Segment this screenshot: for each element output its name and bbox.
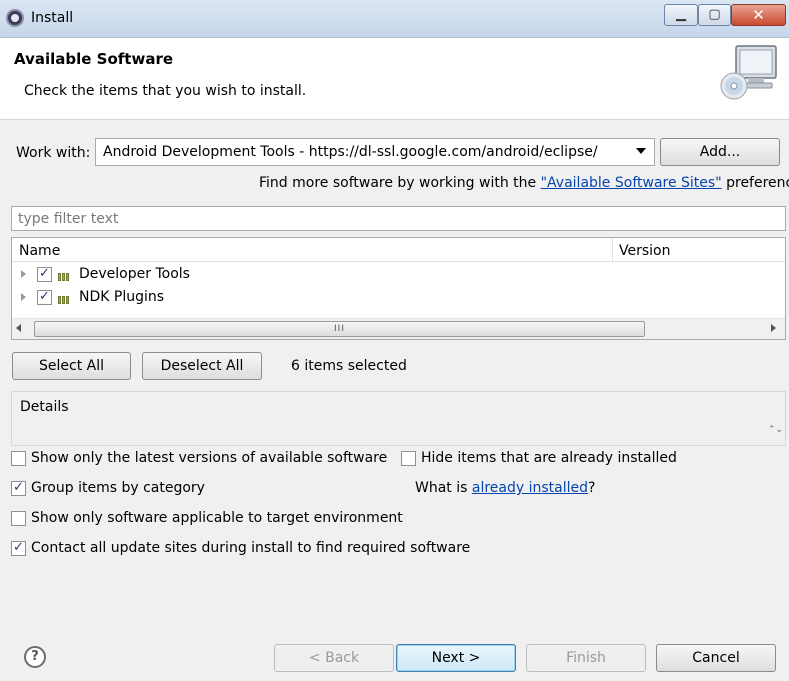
scrollbar-thumb[interactable]: III (34, 321, 645, 337)
minimize-button[interactable]: ▁ (664, 4, 698, 26)
category-icon (58, 269, 73, 281)
tree-row[interactable]: ✓ NDK Plugins (12, 286, 785, 309)
filter-input[interactable] (11, 206, 786, 231)
install-monitor-cd-icon (720, 45, 777, 100)
category-icon (58, 292, 73, 304)
column-header-name[interactable]: Name (19, 243, 60, 259)
add-site-button[interactable]: Add... (660, 138, 780, 166)
next-button[interactable]: Next > (396, 644, 516, 672)
tree-item-checkbox[interactable]: ✓ (37, 290, 52, 305)
option-label: Show only the latest versions of availab… (31, 450, 388, 466)
available-software-sites-link[interactable]: "Available Software Sites" (541, 175, 722, 191)
tree-item-label: Developer Tools (79, 266, 190, 282)
already-installed-link[interactable]: already installed (472, 480, 588, 496)
wizard-header: Available Software Check the items that … (0, 38, 789, 120)
horizontal-scrollbar[interactable]: III (12, 318, 785, 339)
find-more-text: Find more software by working with the "… (259, 175, 789, 191)
help-icon[interactable]: ? (24, 646, 46, 668)
details-scroll-icon[interactable]: ⌃⌄ (768, 426, 783, 444)
maximize-button[interactable]: ▢ (698, 4, 731, 26)
window-title: Install (31, 10, 74, 26)
select-all-button[interactable]: Select All (12, 352, 131, 380)
what-is-suffix: ? (588, 480, 596, 496)
what-is-prefix: What is (415, 480, 472, 496)
tree-header: Name Version (12, 238, 785, 262)
dropdown-arrow-icon[interactable] (636, 148, 646, 154)
column-header-version[interactable]: Version (619, 243, 670, 259)
show-latest-versions-checkbox[interactable] (11, 451, 26, 466)
selection-count: 6 items selected (291, 358, 407, 374)
option-label: Show only software applicable to target … (31, 510, 403, 526)
option-label: Group items by category (31, 480, 205, 496)
details-label: Details (20, 399, 69, 415)
find-more-suffix: preferences. (726, 175, 789, 191)
finish-button[interactable]: Finish (526, 644, 646, 672)
expand-arrow-icon[interactable] (21, 270, 26, 278)
expand-arrow-icon[interactable] (21, 293, 26, 301)
tree-row[interactable]: ✓ Developer Tools (12, 263, 785, 286)
page-subtitle: Check the items that you wish to install… (24, 83, 307, 99)
option-label: Contact all update sites during install … (31, 540, 471, 556)
scroll-left-icon[interactable] (16, 324, 21, 332)
title-bar: Install ▁ ▢ ✕ (0, 0, 789, 38)
eclipse-app-icon (6, 9, 24, 27)
hide-installed-checkbox[interactable] (401, 451, 416, 466)
tree-item-label: NDK Plugins (79, 289, 165, 305)
group-by-category-checkbox[interactable]: ✓ (11, 481, 26, 496)
contact-update-sites-checkbox[interactable]: ✓ (11, 541, 26, 556)
column-divider[interactable] (612, 238, 613, 262)
scroll-right-icon[interactable] (771, 324, 776, 332)
software-tree: Name Version ✓ Developer Tools ✓ NDK Plu… (11, 237, 786, 340)
page-title: Available Software (14, 50, 174, 68)
deselect-all-button[interactable]: Deselect All (142, 352, 262, 380)
tree-item-checkbox[interactable]: ✓ (37, 267, 52, 282)
work-with-label: Work with: (16, 145, 91, 161)
back-button[interactable]: < Back (274, 644, 394, 672)
what-is-installed-text: What is already installed? (415, 480, 595, 496)
option-label: Hide items that are already installed (421, 450, 677, 466)
cancel-button[interactable]: Cancel (656, 644, 776, 672)
applicable-only-checkbox[interactable] (11, 511, 26, 526)
details-panel: Details ⌃⌄ (11, 391, 786, 446)
find-more-prefix: Find more software by working with the (259, 175, 541, 191)
work-with-combo[interactable]: Android Development Tools - https://dl-s… (95, 138, 655, 166)
close-button[interactable]: ✕ (731, 4, 786, 26)
